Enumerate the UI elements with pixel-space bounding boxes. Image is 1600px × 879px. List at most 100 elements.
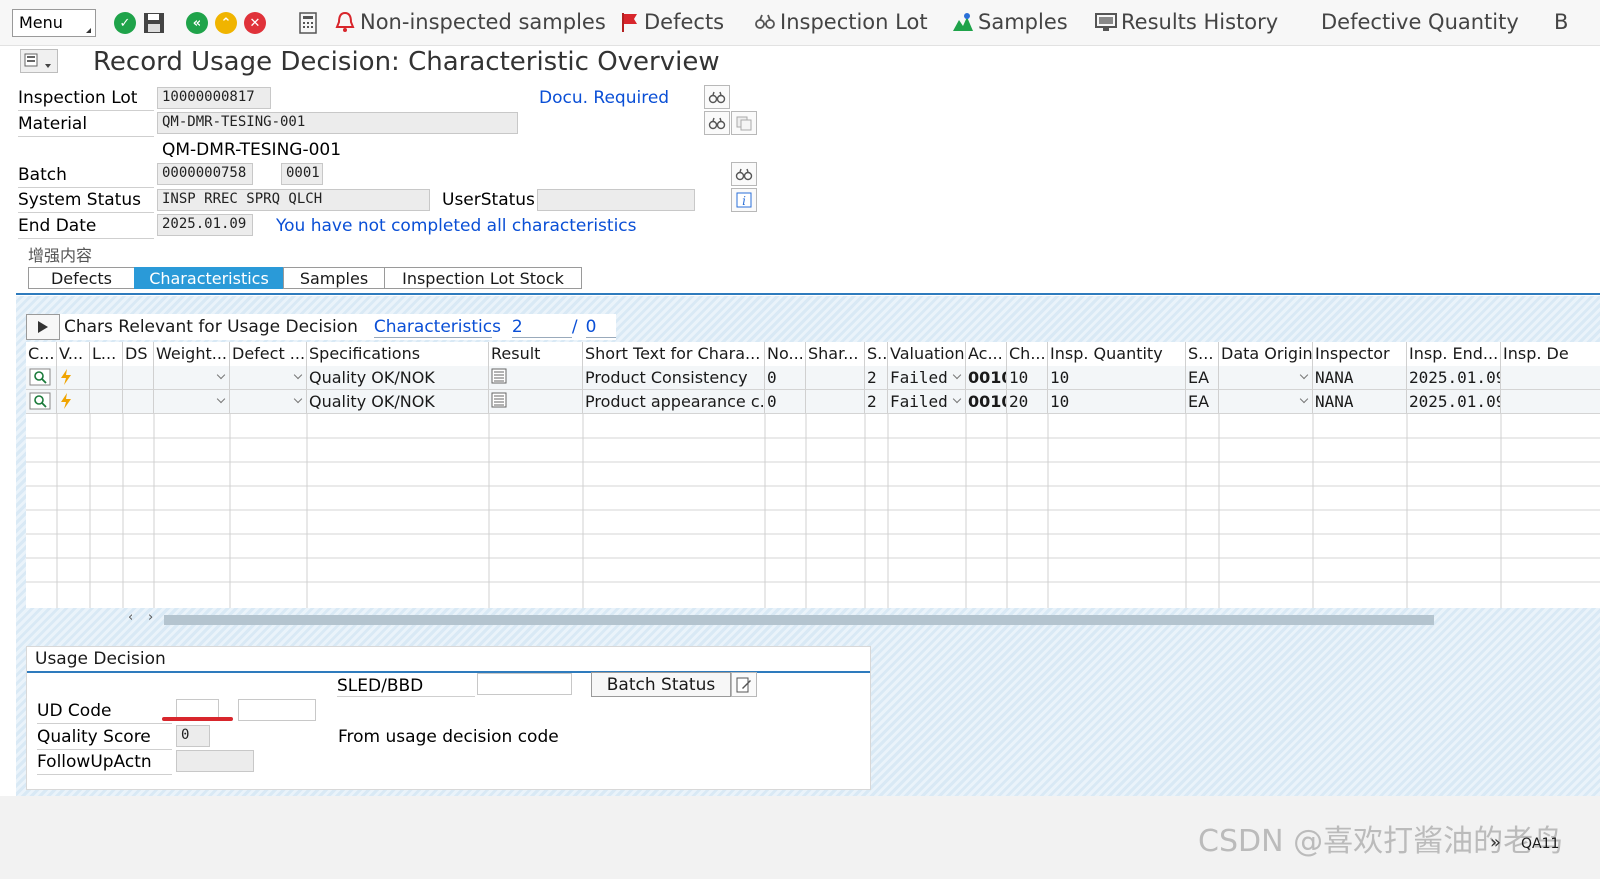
- docu-required-link[interactable]: Docu. Required: [539, 88, 669, 108]
- column-header[interactable]: Insp. Quantity: [1048, 342, 1186, 366]
- column-header[interactable]: Insp. End...: [1407, 342, 1501, 366]
- column-header[interactable]: Shar...: [806, 342, 865, 366]
- batch-details-button[interactable]: [731, 162, 757, 186]
- column-header[interactable]: No...: [765, 342, 806, 366]
- column-header[interactable]: Short Text for Chara...: [583, 342, 765, 366]
- material-copy-button[interactable]: [731, 111, 757, 135]
- row-detail-cell[interactable]: [26, 366, 57, 390]
- material-description: QM-DMR-TESING-001: [162, 140, 342, 160]
- cell: [806, 366, 865, 390]
- batch-plant-field[interactable]: 0001: [281, 163, 323, 185]
- batch-field[interactable]: 0000000758: [157, 163, 253, 185]
- usage-decision-panel: Usage Decision UD Code Quality Score 0 F…: [26, 646, 871, 790]
- batch-status-edit-button[interactable]: [731, 672, 757, 697]
- valuation-dropdown[interactable]: Failed: [888, 366, 966, 390]
- nav-samples[interactable]: Samples: [952, 10, 1068, 34]
- status-expand-icon[interactable]: »: [1490, 832, 1501, 853]
- valuation-dropdown[interactable]: Failed: [888, 390, 966, 414]
- back-icon[interactable]: «: [186, 12, 208, 34]
- material-field[interactable]: QM-DMR-TESING-001: [157, 112, 518, 134]
- batch-status-button[interactable]: Batch Status: [591, 672, 731, 697]
- binoculars-icon: [735, 168, 753, 181]
- lightning-icon: [61, 369, 71, 385]
- scroll-left-icon[interactable]: ‹: [128, 610, 133, 625]
- lot-details-button[interactable]: [704, 85, 730, 109]
- column-header[interactable]: Valuation: [888, 342, 966, 366]
- characteristics-count: 2: [511, 317, 572, 338]
- inspection-lot-field[interactable]: 10000000817: [157, 87, 271, 109]
- valuation-value: Failed: [890, 392, 948, 411]
- data-origin-dropdown[interactable]: [1219, 366, 1313, 390]
- column-header[interactable]: Data Origin: [1219, 342, 1313, 366]
- result-cell[interactable]: [489, 390, 583, 414]
- result-cell[interactable]: [489, 366, 583, 390]
- column-header[interactable]: S..: [865, 342, 888, 366]
- insp-quantity-cell: 10: [1048, 366, 1186, 390]
- nav-defective-quantity[interactable]: Defective Quantity: [1321, 10, 1519, 34]
- tab-defects[interactable]: Defects: [28, 267, 135, 289]
- tab-inspection-lot-stock[interactable]: Inspection Lot Stock: [384, 267, 582, 289]
- material-details-button[interactable]: [704, 111, 730, 135]
- ud-code-text-field[interactable]: [238, 699, 316, 721]
- horizontal-scrollbar[interactable]: ‹ ›: [120, 610, 1600, 628]
- sled-bbd-field[interactable]: [477, 673, 572, 695]
- defect-dropdown[interactable]: [230, 366, 307, 390]
- weighting-dropdown[interactable]: [154, 390, 230, 414]
- column-header[interactable]: L...: [90, 342, 123, 366]
- characteristics-filter[interactable]: Characteristics: [373, 317, 501, 338]
- screen-options-icon: [24, 53, 51, 68]
- incomplete-characteristics-warning: You have not completed all characteristi…: [276, 216, 637, 236]
- scroll-right-icon[interactable]: ›: [148, 610, 153, 625]
- cancel-icon[interactable]: ✕: [244, 12, 266, 34]
- scrollbar-thumb[interactable]: [164, 615, 1434, 625]
- user-status-field[interactable]: [537, 189, 695, 211]
- bell-icon: [335, 11, 355, 32]
- weighting-dropdown[interactable]: [154, 366, 230, 390]
- lightning-icon: [61, 393, 71, 409]
- calculator-icon[interactable]: [298, 12, 320, 34]
- end-date-field[interactable]: 2025.01.09: [157, 214, 253, 236]
- quality-score-field[interactable]: 0: [176, 725, 210, 747]
- menu-dropdown-icon: [86, 28, 91, 33]
- column-header[interactable]: Ch...: [1007, 342, 1048, 366]
- nav-inspection-lot[interactable]: Inspection Lot: [754, 10, 928, 34]
- column-header[interactable]: Result: [489, 342, 583, 366]
- column-header[interactable]: DS: [123, 342, 154, 366]
- column-header[interactable]: V...: [57, 342, 90, 366]
- column-header[interactable]: Inspector: [1313, 342, 1407, 366]
- unit-cell: EA: [1186, 390, 1219, 414]
- tab-characteristics[interactable]: Characteristics: [134, 267, 284, 289]
- title-menu-button[interactable]: [20, 49, 58, 73]
- label-underline: [18, 136, 154, 137]
- column-header[interactable]: Weight...: [154, 342, 230, 366]
- batch-label: Batch: [18, 165, 67, 185]
- status-info-button[interactable]: i: [731, 188, 757, 212]
- nav-results-history[interactable]: Results History: [1095, 10, 1278, 34]
- nav-defects[interactable]: Defects: [620, 10, 724, 34]
- nav-label: Non-inspected samples: [360, 10, 606, 34]
- insp-end-cell: 2025.01.09: [1407, 366, 1501, 390]
- column-header[interactable]: Ac...: [966, 342, 1007, 366]
- column-header[interactable]: S...: [1186, 342, 1219, 366]
- column-header[interactable]: Insp. De: [1501, 342, 1600, 366]
- exit-icon[interactable]: ⌃: [215, 12, 237, 34]
- detail-view-icon: [29, 368, 51, 386]
- row-detail-cell[interactable]: [26, 390, 57, 414]
- cell: [90, 366, 123, 390]
- detail-view-icon: [29, 392, 51, 410]
- nav-non-inspected-samples[interactable]: Non-inspected samples: [334, 10, 606, 34]
- followup-action-field[interactable]: [176, 750, 254, 772]
- nav-more[interactable]: B: [1554, 10, 1568, 34]
- column-header[interactable]: C...: [26, 342, 57, 366]
- enter-check-icon[interactable]: ✓: [114, 12, 136, 34]
- menu-button[interactable]: Menu: [12, 9, 96, 37]
- tab-samples[interactable]: Samples: [283, 267, 385, 289]
- column-header[interactable]: Specifications: [307, 342, 489, 366]
- save-icon[interactable]: [143, 12, 165, 34]
- insp-end-cell: 2025.01.09: [1407, 390, 1501, 414]
- expand-button[interactable]: [26, 314, 60, 340]
- defect-dropdown[interactable]: [230, 390, 307, 414]
- system-status-field[interactable]: INSP RREC SPRQ QLCH: [157, 189, 430, 211]
- data-origin-dropdown[interactable]: [1219, 390, 1313, 414]
- column-header[interactable]: Defect ...: [230, 342, 307, 366]
